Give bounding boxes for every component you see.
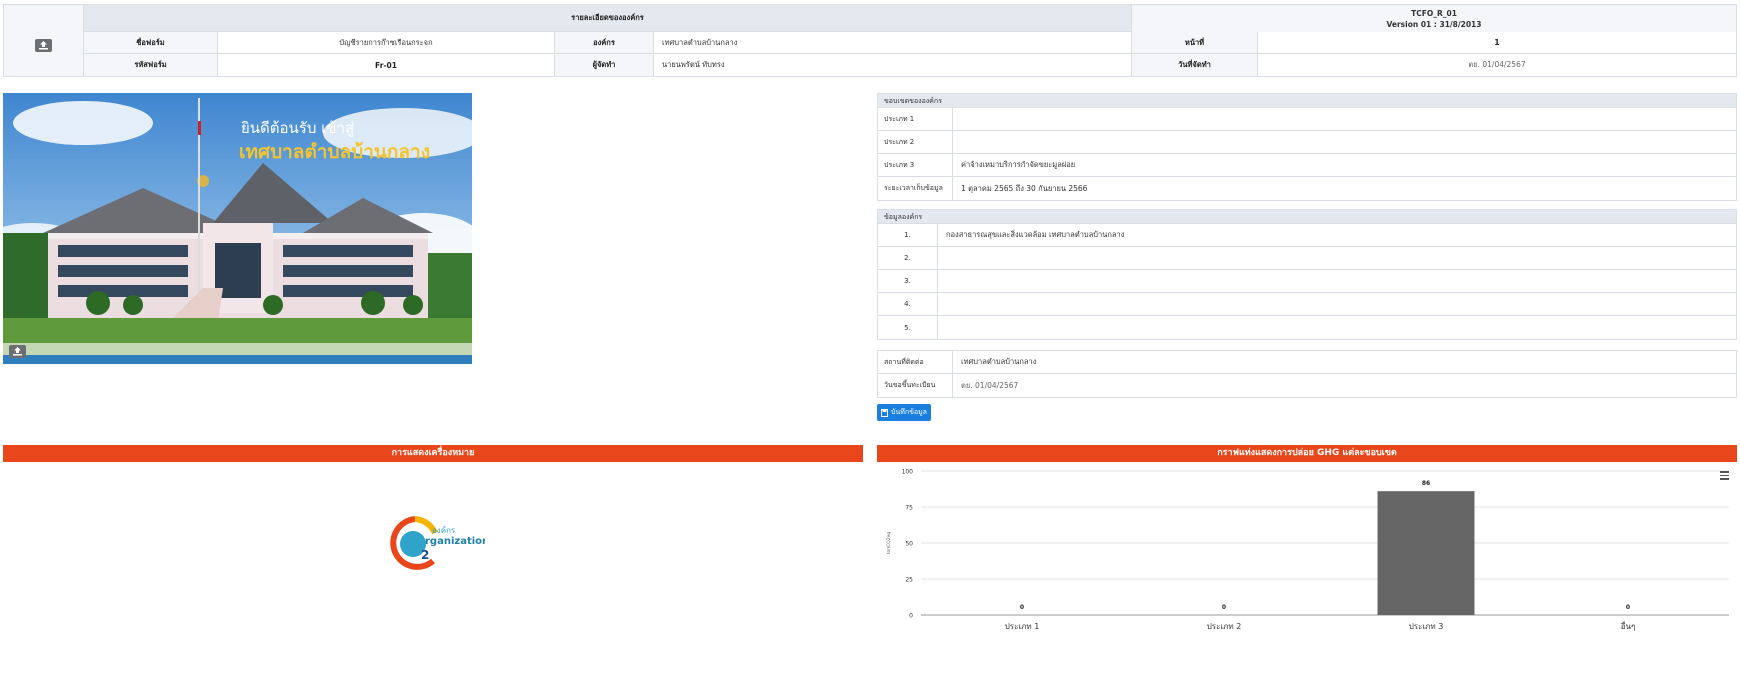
organization-photo: ยินดีต้อนรับ เข้าสู่ เทศบาลตำบลบ้านกลาง	[3, 93, 472, 364]
preparer-value: นายนพรัตน์ ทับทรง	[654, 54, 1132, 76]
org-info-value[interactable]	[938, 270, 1736, 292]
contact-label: สถานที่ติดต่อ	[878, 351, 953, 373]
building-image: ยินดีต้อนรับ เข้าสู่ เทศบาลตำบลบ้านกลาง	[3, 93, 472, 364]
boundary-row: ประเภท 3 ค่าจ้างเหมาบริการกำจัดขยะมูลฝอย	[878, 154, 1736, 177]
x-tick-label: อื่นๆ	[1621, 620, 1636, 631]
org-label: องค์กร	[555, 32, 654, 53]
boundary-panel: ขอบเขตขององค์กร ประเภท 1 ประเภท 2 ประเภท…	[877, 93, 1737, 201]
org-info-title: ข้อมูลองค์กร	[878, 210, 1736, 224]
boundary-label: ประเภท 3	[878, 154, 953, 176]
form-version: Version 01 : 31/8/2013	[1386, 20, 1482, 29]
upload-icon	[39, 41, 48, 50]
logo-section-title: การแสดงเครื่องหมาย	[3, 445, 863, 462]
y-tick-label: 100	[902, 469, 914, 476]
chart-canvas: 0 25 50 75 100 tonCO2eq 0 ประเภท 1 0 ประเภท 2 86 ปร…	[886, 469, 1729, 631]
date-label: วันที่จัดทำ	[1132, 54, 1258, 76]
org-info-number: 2.	[878, 247, 938, 269]
page-value: 1	[1494, 38, 1500, 47]
contact-value[interactable]: ตย. 01/04/2567	[953, 374, 1736, 397]
save-button[interactable]: บันทึกข้อมูล	[877, 404, 931, 421]
boundary-value[interactable]	[953, 131, 1736, 153]
ghg-bar-chart: 0 25 50 75 100 tonCO2eq 0 ประเภท 1 0 ประเภท 2 86 ปร…	[877, 463, 1737, 673]
org-info-row: 5.	[878, 316, 1736, 339]
chart-menu-icon[interactable]	[1720, 471, 1729, 480]
y-axis-label: tonCO2eq	[886, 532, 892, 555]
y-tick-label: 50	[905, 541, 913, 548]
upload-icon	[13, 347, 22, 356]
org-info-number: 3.	[878, 270, 938, 292]
x-tick-label: ประเภท 3	[1409, 622, 1444, 631]
header-row-1: ชื่อฟอร์ม บัญชีรายการก๊าซเรือนกระจก องค์…	[84, 32, 1736, 54]
org-info-row: 4.	[878, 293, 1736, 316]
logo-subscript: 2	[421, 548, 429, 562]
org-info-number: 4.	[878, 293, 938, 315]
form-name-label: ชื่อฟอร์ม	[84, 32, 218, 53]
logo-text-2: rganization	[425, 536, 485, 547]
bar-data-label: 86	[1422, 480, 1430, 487]
org-info-value[interactable]	[938, 293, 1736, 315]
boundary-label: ประเภท 1	[878, 108, 953, 130]
page-label: หน้าที่	[1132, 32, 1258, 53]
boundary-value[interactable]: ค่าจ้างเหมาบริการกำจัดขยะมูลฝอย	[953, 154, 1736, 176]
save-button-label: บันทึกข้อมูล	[891, 408, 927, 416]
org-info-number: 5.	[878, 316, 938, 339]
chart-bar	[1377, 491, 1475, 615]
form-code: TCFO_R_01	[1411, 9, 1457, 18]
upload-logo-button[interactable]	[35, 39, 52, 52]
boundary-row: ประเภท 2	[878, 131, 1736, 154]
bar-data-label: 0	[1020, 604, 1024, 611]
header-row-2: รหัสฟอร์ม Fr-01 ผู้จัดทำ นายนพรัตน์ ทับท…	[84, 54, 1736, 76]
header-title: รายละเอียดขององค์กร	[84, 5, 1132, 31]
form-code-value: Fr-01	[218, 54, 555, 76]
organization-logo: องค์กร rganization 2	[390, 516, 485, 570]
contact-panel: สถานที่ติดต่อ เทศบาลตำบลบ้านกลาง วันขอขึ…	[877, 350, 1737, 398]
form-code-label: รหัสฟอร์ม	[84, 54, 218, 76]
org-info-row: 3.	[878, 270, 1736, 293]
header-logo-cell	[4, 5, 84, 76]
logo-text-1: องค์กร	[432, 525, 456, 535]
preparer-label: ผู้จัดทำ	[555, 54, 654, 76]
org-info-value[interactable]: กองสาธารณสุขและสิ่งแวดล้อม เทศบาลตำบลบ้า…	[938, 224, 1736, 246]
boundary-label: ระยะเวลาเก็บข้อมูล	[878, 177, 953, 200]
boundary-value[interactable]: 1 ตุลาคม 2565 ถึง 30 กันยายน 2566	[953, 177, 1736, 200]
bar-data-label: 0	[1222, 604, 1226, 611]
org-info-value[interactable]	[938, 316, 1736, 339]
photo-caption-1: ยินดีต้อนรับ เข้าสู่	[241, 119, 354, 137]
contact-label: วันขอขึ้นทะเบียน	[878, 374, 953, 397]
photo-caption-2: เทศบาลตำบลบ้านกลาง	[239, 141, 430, 163]
bar-data-label: 0	[1626, 604, 1630, 611]
boundary-row: ประเภท 1	[878, 108, 1736, 131]
x-tick-label: ประเภท 2	[1207, 622, 1242, 631]
form-name-value: บัญชีรายการก๊าซเรือนกระจก	[218, 32, 555, 53]
boundary-value[interactable]	[953, 108, 1736, 130]
upload-photo-button[interactable]	[9, 345, 26, 358]
org-info-panel: ข้อมูลองค์กร 1. กองสาธารณสุขและสิ่งแวดล้…	[877, 209, 1737, 340]
boundary-row: ระยะเวลาเก็บข้อมูล 1 ตุลาคม 2565 ถึง 30 …	[878, 177, 1736, 200]
contact-value[interactable]: เทศบาลตำบลบ้านกลาง	[953, 351, 1736, 373]
form-version-block: TCFO_R_01 Version 01 : 31/8/2013	[1132, 5, 1736, 32]
form-header-table: รายละเอียดขององค์กร TCFO_R_01 Version 01…	[3, 4, 1737, 77]
y-tick-label: 0	[909, 613, 913, 620]
boundary-title: ขอบเขตขององค์กร	[878, 94, 1736, 108]
save-icon	[881, 408, 888, 417]
date-value: ตย. 01/04/2567	[1468, 60, 1526, 69]
org-info-value[interactable]	[938, 247, 1736, 269]
boundary-label: ประเภท 2	[878, 131, 953, 153]
header-title-row: รายละเอียดขององค์กร TCFO_R_01 Version 01…	[84, 5, 1736, 32]
y-tick-label: 25	[905, 577, 913, 584]
contact-row: สถานที่ติดต่อ เทศบาลตำบลบ้านกลาง	[878, 351, 1736, 374]
org-info-row: 2.	[878, 247, 1736, 270]
y-tick-label: 75	[905, 505, 913, 512]
org-info-row: 1. กองสาธารณสุขและสิ่งแวดล้อม เทศบาลตำบล…	[878, 224, 1736, 247]
org-value: เทศบาลตำบลบ้านกลาง	[654, 32, 1132, 53]
contact-row: วันขอขึ้นทะเบียน ตย. 01/04/2567	[878, 374, 1736, 397]
x-tick-label: ประเภท 1	[1005, 622, 1040, 631]
org-info-number: 1.	[878, 224, 938, 246]
chart-title: กราฟแท่งแสดงการปล่อย GHG แต่ละขอบเขต	[877, 445, 1737, 462]
